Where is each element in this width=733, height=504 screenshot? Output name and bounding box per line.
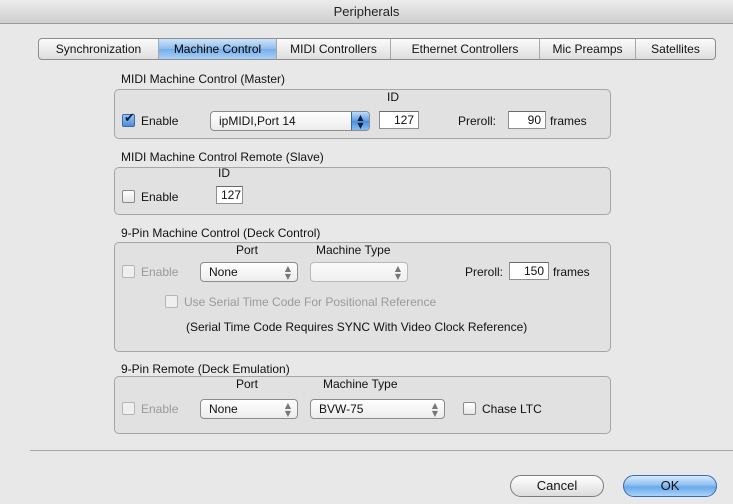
chase-ltc-label: Chase LTC [482, 402, 542, 416]
ninepin-remote-port-label: Port [236, 377, 259, 391]
ninepin-remote-enable-label: Enable [141, 402, 179, 416]
mmc-remote-group [114, 167, 611, 215]
tab-mic-preamps[interactable]: Mic Preamps [540, 39, 636, 59]
ninepin-remote-title: 9-Pin Remote (Deck Emulation) [121, 362, 290, 376]
ninepin-remote-enable-checkbox[interactable] [122, 402, 135, 415]
mmc-master-title: MIDI Machine Control (Master) [121, 72, 286, 86]
mmc-master-preroll-field[interactable]: 90 [508, 111, 546, 129]
window-title: Peripherals [0, 0, 733, 24]
ninepin-control-title: 9-Pin Machine Control (Deck Control) [121, 226, 321, 240]
mmc-master-preroll-label: Preroll: [458, 114, 497, 128]
mmc-remote-id-label: ID [218, 166, 230, 180]
ninepin-control-enable-checkbox[interactable] [122, 265, 135, 278]
mmc-master-id-label: ID [387, 90, 399, 104]
mmc-remote-enable-label: Enable [141, 190, 179, 204]
up-down-arrows-icon: ▲ ▼ [284, 264, 292, 281]
mmc-remote-title: MIDI Machine Control Remote (Slave) [121, 150, 324, 164]
chase-ltc-checkbox[interactable] [463, 402, 476, 415]
up-down-arrows-icon: ▲ ▼ [431, 401, 439, 418]
up-down-arrows-icon: ▲ ▼ [284, 401, 292, 418]
mmc-master-id-field[interactable]: 127 [379, 111, 419, 129]
ninepin-control-frames-label: frames [553, 265, 590, 279]
mmc-master-enable-label: Enable [141, 114, 179, 128]
ninepin-control-port-value: None [209, 265, 238, 279]
ninepin-remote-machine-type-label: Machine Type [323, 377, 398, 391]
tab-midi-controllers[interactable]: MIDI Controllers [277, 39, 391, 59]
ninepin-control-enable-label: Enable [141, 265, 179, 279]
serial-timecode-checkbox[interactable] [165, 295, 178, 308]
ninepin-control-preroll-field[interactable]: 150 [509, 262, 549, 280]
mmc-master-port-value: ipMIDI,Port 14 [219, 114, 296, 128]
mmc-master-frames-label: frames [550, 114, 587, 128]
ninepin-control-port-label: Port [236, 243, 259, 257]
up-down-arrows-icon: ▲ ▼ [351, 112, 369, 130]
ninepin-remote-machine-type-value: BVW-75 [319, 402, 364, 416]
serial-timecode-note: (Serial Time Code Requires SYNC With Vid… [186, 320, 528, 334]
ninepin-remote-port-select[interactable]: None ▲ ▼ [200, 399, 298, 419]
ninepin-control-machine-type-label: Machine Type [316, 243, 391, 257]
ninepin-control-port-select[interactable]: None ▲ ▼ [200, 262, 298, 282]
ninepin-control-preroll-label: Preroll: [465, 265, 504, 279]
ninepin-control-machine-type-select[interactable]: ▲ ▼ [310, 262, 408, 282]
up-down-arrows-icon: ▲ ▼ [394, 264, 402, 281]
mmc-remote-id-field[interactable]: 127 [216, 186, 243, 204]
ninepin-remote-port-value: None [209, 402, 238, 416]
ninepin-remote-machine-type-select[interactable]: BVW-75 ▲ ▼ [310, 399, 445, 419]
tab-synchronization[interactable]: Synchronization [39, 39, 159, 59]
tab-machine-control[interactable]: Machine Control [159, 39, 277, 59]
mmc-remote-enable-checkbox[interactable] [122, 190, 135, 203]
serial-timecode-label: Use Serial Time Code For Positional Refe… [184, 295, 437, 309]
mmc-master-port-select[interactable]: ipMIDI,Port 14 ▲ ▼ [210, 111, 370, 131]
cancel-button[interactable]: Cancel [510, 475, 604, 497]
tab-ethernet-controllers[interactable]: Ethernet Controllers [391, 39, 540, 59]
ok-button[interactable]: OK [623, 475, 717, 497]
footer-divider [30, 450, 733, 451]
mmc-master-enable-checkbox[interactable] [122, 111, 135, 127]
tab-satellites[interactable]: Satellites [636, 39, 715, 59]
tab-bar: Synchronization Machine Control MIDI Con… [38, 38, 716, 60]
